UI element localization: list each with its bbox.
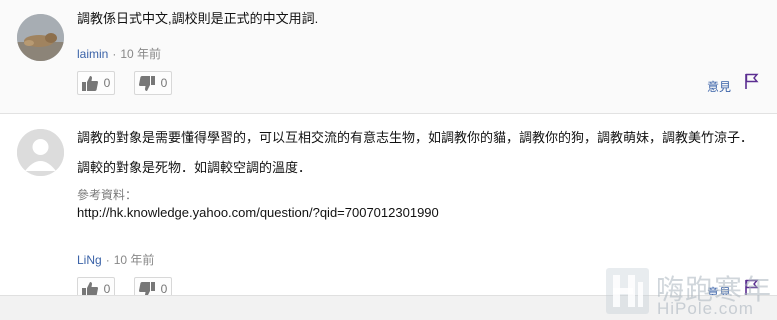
flag-icon[interactable] — [744, 73, 760, 90]
answer-meta: laimin · 10 年前 — [77, 45, 161, 62]
downvote-button[interactable]: 0 — [134, 71, 172, 95]
watermark-domain: HiPole.com — [657, 299, 754, 318]
timestamp: 10 年前 — [120, 47, 162, 61]
avatar[interactable] — [17, 14, 64, 61]
cat-photo-icon — [17, 14, 64, 61]
source-url[interactable]: http://hk.knowledge.yahoo.com/question/?… — [77, 204, 757, 222]
author-link[interactable]: laimin — [77, 47, 108, 61]
answer-content: 調教係日式中文,調校則是正式的中文用詞. — [77, 10, 757, 40]
upvote-count: 0 — [103, 76, 111, 90]
vote-controls: 0 0 — [77, 71, 172, 97]
source-label: 參考資料： — [77, 188, 138, 202]
meta-separator: · — [105, 253, 110, 267]
thumbs-up-icon — [81, 75, 98, 91]
answer-text: 調教係日式中文,調校則是正式的中文用詞. — [77, 11, 319, 26]
answer-item: 調教係日式中文,調校則是正式的中文用詞. laimin · 10 年前 0 0 意見 — [0, 0, 777, 114]
downvote-count: 0 — [160, 76, 168, 90]
watermark-logo-icon — [606, 268, 649, 314]
downvote-count: 0 — [160, 282, 168, 296]
author-link[interactable]: LiNg — [77, 253, 102, 267]
site-watermark: 嗨跑寒年 HiPole.com — [606, 268, 777, 320]
upvote-count: 0 — [103, 282, 111, 296]
answer-text: 調較的對象是死物．如調較空調的溫度． — [77, 160, 312, 175]
timestamp: 10 年前 — [113, 253, 155, 267]
avatar[interactable] — [17, 129, 64, 176]
upvote-button[interactable]: 0 — [77, 71, 115, 95]
thumbs-down-icon — [138, 75, 155, 91]
answer-meta: LiNg · 10 年前 — [77, 251, 154, 268]
user-avatar-icon — [17, 129, 64, 176]
answer-content: 調教的對象是需要懂得學習的，可以互相交流的有意志生物，如調教你的貓，調教你的狗，… — [77, 129, 757, 222]
answer-text: 調教的對象是需要懂得學習的，可以互相交流的有意志生物，如調教你的貓，調教你的狗，… — [77, 130, 754, 145]
feedback-link[interactable]: 意見 — [707, 78, 731, 95]
meta-separator: · — [112, 47, 117, 61]
